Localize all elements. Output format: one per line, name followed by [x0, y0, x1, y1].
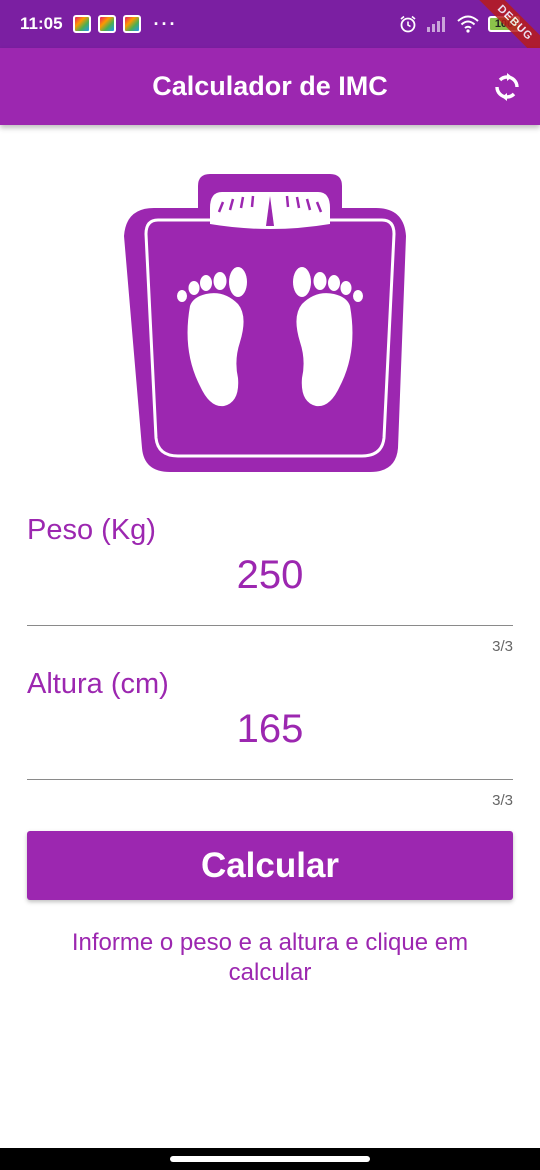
notification-app-icon	[122, 15, 141, 33]
weight-field[interactable]: Peso (Kg) 250 3/3	[27, 514, 513, 655]
notification-app-icon	[72, 15, 91, 33]
app-screen: 11:05 ··· 100 DEBU	[0, 0, 540, 1170]
height-label: Altura (cm)	[27, 668, 169, 700]
navigation-bar	[0, 1148, 540, 1170]
alarm-icon	[400, 15, 416, 33]
home-indicator[interactable]	[170, 1156, 370, 1162]
scale-icon	[124, 174, 406, 472]
scale-image	[98, 156, 442, 496]
status-bar: 11:05 ··· 100	[0, 0, 540, 48]
notification-app-icon	[97, 15, 116, 33]
calculate-button[interactable]: Calcular	[27, 831, 513, 900]
app-title: Calculador de IMC	[152, 71, 388, 101]
height-field[interactable]: Altura (cm) 165 3/3	[27, 668, 513, 809]
height-input[interactable]: 165	[27, 705, 513, 753]
more-notifications-icon: ···	[153, 13, 178, 34]
height-underline	[27, 779, 513, 780]
weight-input[interactable]: 250	[27, 551, 513, 599]
signal-icon	[427, 17, 445, 32]
weight-label: Peso (Kg)	[27, 514, 156, 546]
info-text: Informe o peso e a altura e clique em ca…	[71, 929, 469, 986]
app-bar: Calculador de IMC	[0, 48, 540, 125]
refresh-icon[interactable]	[492, 72, 522, 102]
wifi-icon	[457, 15, 479, 33]
status-time: 11:05	[20, 14, 63, 33]
weight-underline	[27, 625, 513, 626]
height-counter: 3/3	[492, 792, 513, 809]
weight-counter: 3/3	[492, 638, 513, 655]
